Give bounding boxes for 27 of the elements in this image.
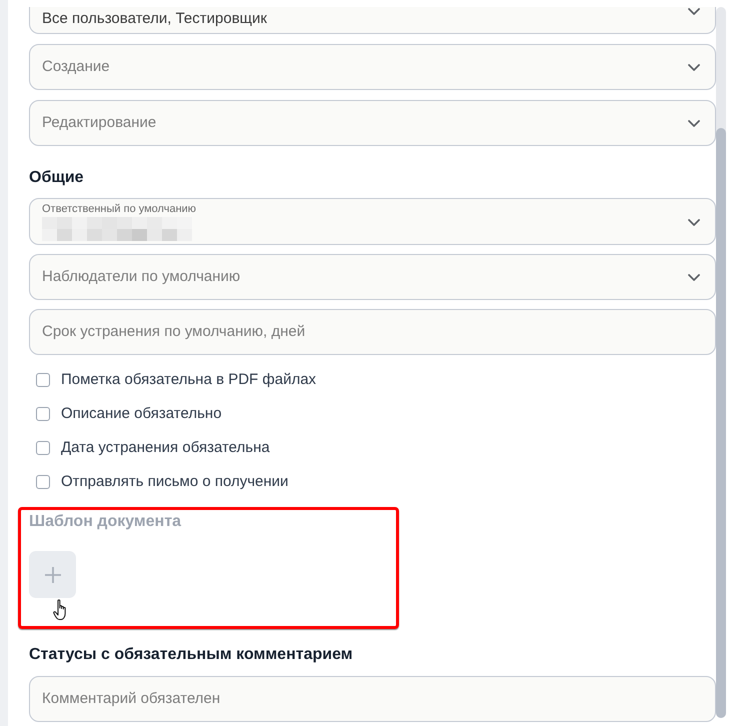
checkbox-label[interactable]: Дата устранения обязательна [61,439,270,457]
add-template-button[interactable] [29,551,76,598]
section-heading: Общие [29,168,85,188]
input-field[interactable]: Срок устранения по умолчанию, дней [29,309,716,355]
section-heading: Шаблон документа [29,512,182,532]
select-field[interactable]: Все пользователи, Тестировщик [29,7,716,34]
select-field[interactable]: Создание [29,44,716,90]
plus-icon [44,566,62,584]
chevron-down-icon [688,274,700,280]
checkbox-label[interactable]: Пометка обязательна в PDF файлах [61,371,316,389]
checkbox[interactable] [36,441,50,455]
scrollbar-track[interactable] [716,7,726,718]
scrollbar-thumb[interactable] [716,128,726,718]
select-field[interactable]: Ответственный по умолчанию [29,198,716,245]
select-field[interactable]: Наблюдатели по умолчанию [29,254,716,300]
chevron-down-icon [688,8,700,15]
checkbox[interactable] [36,373,50,387]
chevron-down-icon [688,64,700,70]
input-field[interactable]: Комментарий обязателен [29,676,716,722]
chevron-down-icon [688,120,700,126]
checkbox[interactable] [36,475,50,489]
checkbox-label[interactable]: Описание обязательно [61,405,222,423]
select-field[interactable]: Редактирование [29,100,716,146]
section-heading: Статусы с обязательным комментарием [29,645,354,665]
chevron-down-icon [688,218,700,226]
checkbox[interactable] [36,407,50,421]
checkbox-label[interactable]: Отправлять письмо о получении [61,473,288,491]
